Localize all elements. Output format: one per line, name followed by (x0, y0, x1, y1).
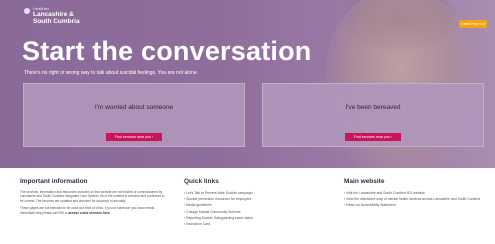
chevron-right-icon: › (390, 135, 393, 139)
chevron-right-icon: › (184, 203, 186, 208)
page-title: Start the conversation (22, 36, 312, 66)
chevron-right-icon: › (344, 191, 346, 195)
hero-banner: Healthier Lancashire & South Cumbria I n… (0, 0, 495, 168)
brand-logo[interactable]: Healthier Lancashire & South Cumbria (24, 6, 80, 25)
bereaved-card[interactable]: I've been bereaved Find services near yo… (262, 83, 484, 147)
quick-link[interactable]: ›Instruction Card (184, 221, 330, 227)
chevron-right-icon: › (184, 209, 186, 214)
footer: Important information The services, info… (0, 168, 495, 244)
chevron-right-icon: › (151, 135, 154, 139)
section-title: Quick links (184, 178, 219, 185)
chevron-right-icon: › (344, 197, 346, 202)
page-subtitle: There's no right or wrong way to talk ab… (24, 70, 199, 76)
chevron-right-icon: › (184, 222, 186, 227)
chevron-right-icon: › (184, 197, 186, 202)
chevron-right-icon: › (184, 191, 186, 195)
important-text-2: These pages are not intended to be used … (20, 206, 155, 215)
worried-about-someone-card[interactable]: I'm worried about someone Find services … (23, 83, 245, 147)
find-services-button[interactable]: Find services near you › (345, 133, 401, 141)
find-services-button[interactable]: Find services near you › (106, 133, 162, 141)
quick-links-section: Quick links ›Let's Talk to Prevent Male … (184, 178, 330, 227)
important-text-1: The services, information and resources … (20, 190, 165, 203)
section-title: Main website (344, 178, 385, 185)
help-now-button[interactable]: I need help now (459, 20, 487, 28)
chevron-right-icon: › (184, 215, 186, 220)
main-website-section: Main website ›Visit the Lancashire and S… (344, 178, 492, 209)
main-website-link[interactable]: ›Read our Accessibility Statement (344, 202, 492, 208)
brand-line-2: South Cumbria (33, 18, 80, 25)
logo-icon (24, 8, 30, 14)
section-title: Important information (20, 178, 88, 185)
important-information-section: Important information The services, info… (20, 178, 166, 218)
card-title: I've been bereaved (345, 104, 401, 111)
chevron-right-icon: › (344, 203, 346, 208)
brand-line-1: Lancashire & (33, 11, 74, 18)
card-title: I'm worried about someone (94, 104, 174, 111)
crisis-services-link[interactable]: access crisis services here. (68, 211, 110, 215)
